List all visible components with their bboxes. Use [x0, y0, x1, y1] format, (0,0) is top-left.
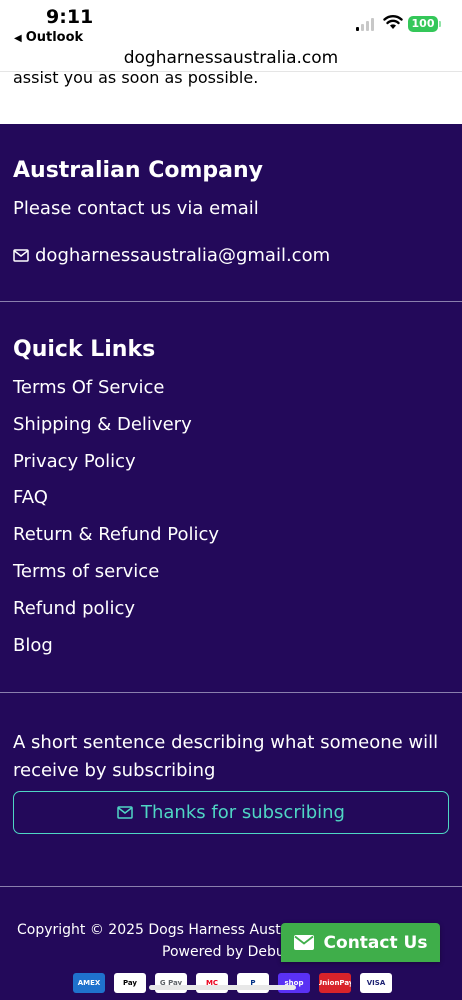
contact-assist-text: assist you as soon as possible.	[13, 68, 259, 87]
powered-by-text: Powered by Debu	[162, 944, 285, 960]
contact-us-button[interactable]: Contact Us	[281, 923, 440, 962]
email-link[interactable]: dogharnessaustralia@gmail.com	[13, 245, 330, 266]
page-content-top: assist you as soon as possible.	[0, 68, 462, 124]
link-refund-policy[interactable]: Refund policy	[13, 597, 219, 634]
wifi-icon	[383, 15, 403, 29]
home-indicator[interactable]	[149, 985, 296, 990]
status-time: 9:11	[46, 6, 94, 28]
contact-us-label: Contact Us	[323, 932, 428, 953]
quick-links-heading: Quick Links	[13, 337, 156, 362]
shop-pay-icon: shop	[278, 973, 310, 993]
company-heading: Australian Company	[13, 158, 264, 183]
quick-links-list: Terms Of Service Shipping & Delivery Pri…	[13, 376, 219, 670]
payment-icons: AMEX Pay G Pay MC P shop UnionPay VISA	[73, 973, 392, 993]
google-pay-icon: G Pay	[155, 973, 187, 993]
envelope-icon	[117, 806, 133, 819]
footer-divider	[0, 692, 462, 693]
visa-icon: VISA	[360, 973, 392, 993]
mastercard-icon: MC	[196, 973, 228, 993]
subscribe-confirmation-button[interactable]: Thanks for subscribing	[13, 791, 449, 834]
footer-divider	[0, 301, 462, 302]
subscribe-button-label: Thanks for subscribing	[141, 802, 345, 823]
back-to-app-link[interactable]: ◀ Outlook	[14, 30, 83, 45]
unionpay-icon: UnionPay	[319, 973, 351, 993]
link-terms-of-service[interactable]: Terms Of Service	[13, 376, 219, 413]
back-app-label: Outlook	[25, 30, 84, 45]
signal-icon	[356, 18, 374, 31]
battery-tip	[439, 21, 441, 27]
link-blog[interactable]: Blog	[13, 634, 219, 671]
link-return-refund-policy[interactable]: Return & Refund Policy	[13, 523, 219, 560]
link-privacy-policy[interactable]: Privacy Policy	[13, 450, 219, 487]
newsletter-description: A short sentence describing what someone…	[13, 732, 439, 781]
back-arrow-icon: ◀	[14, 33, 22, 44]
link-faq[interactable]: FAQ	[13, 486, 219, 523]
footer-divider	[0, 886, 462, 887]
email-address: dogharnessaustralia@gmail.com	[35, 245, 331, 266]
battery-icon: 100	[408, 16, 438, 32]
amex-icon: AMEX	[73, 973, 105, 993]
envelope-icon	[293, 935, 314, 950]
company-subtext: Please contact us via email	[13, 198, 259, 219]
apple-pay-icon: Pay	[114, 973, 146, 993]
copyright-line: Copyright © 2025 Dogs Harness Austral	[17, 922, 299, 938]
status-bar: 9:11 ◀ Outlook 100	[0, 0, 462, 46]
link-terms-of-service-2[interactable]: Terms of service	[13, 560, 219, 597]
link-shipping-delivery[interactable]: Shipping & Delivery	[13, 413, 219, 450]
envelope-icon	[13, 249, 29, 262]
paypal-icon: P	[237, 973, 269, 993]
